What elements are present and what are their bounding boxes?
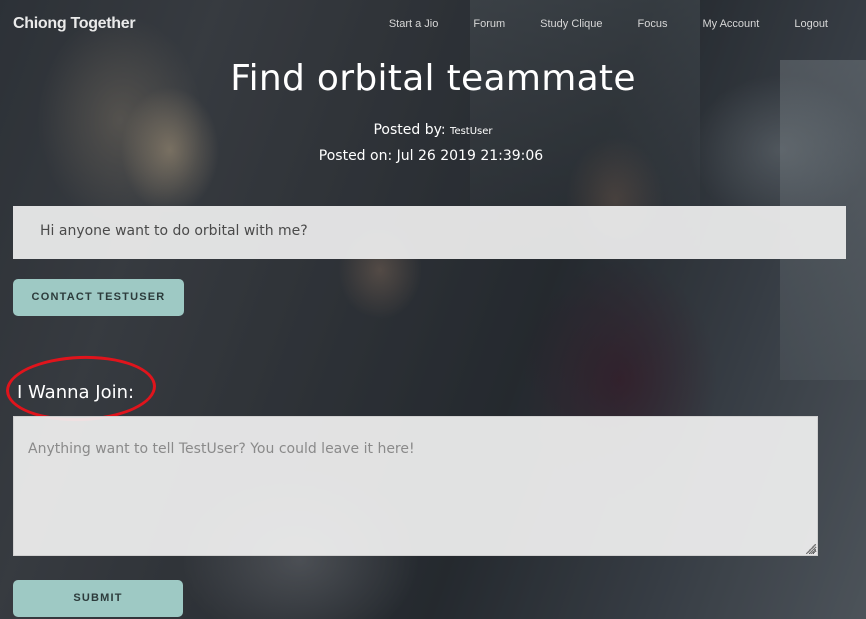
post-message: Hi anyone want to do orbital with me? (13, 206, 846, 259)
nav-link-logout[interactable]: Logout (794, 18, 828, 30)
nav-link-forum[interactable]: Forum (473, 18, 505, 30)
brand-logo[interactable]: Chiong Together (13, 15, 136, 33)
join-label: I Wanna Join: (17, 382, 135, 403)
posted-by: Posted by: TestUser (0, 122, 866, 138)
page-title: Find orbital teammate (230, 58, 636, 99)
nav-link-my-account[interactable]: My Account (702, 18, 759, 30)
nav-link-start-jio[interactable]: Start a Jio (389, 18, 439, 30)
posted-on: Posted on: Jul 26 2019 21:39:06 (318, 148, 544, 164)
posted-by-label: Posted by: (373, 122, 446, 138)
contact-user-button[interactable]: CONTACT TESTUSER (13, 279, 184, 316)
nav-link-focus[interactable]: Focus (638, 18, 668, 30)
nav-links: Start a Jio Forum Study Clique Focus My … (354, 18, 828, 30)
nav-link-study-clique[interactable]: Study Clique (540, 18, 602, 30)
posted-by-user: TestUser (450, 126, 493, 137)
submit-button[interactable]: SUBMIT (13, 580, 183, 617)
join-message-input[interactable] (13, 416, 818, 556)
navbar: Chiong Together Start a Jio Forum Study … (0, 0, 866, 50)
